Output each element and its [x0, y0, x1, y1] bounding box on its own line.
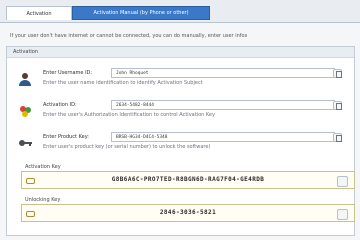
- activation-id-icon: [17, 103, 33, 119]
- username-hint: Enter the user name identification to id…: [43, 80, 203, 86]
- copy-username-button[interactable]: [333, 69, 342, 78]
- copy-unlocking-key-button[interactable]: [337, 209, 348, 220]
- username-row: Enter Username ID: Enter the user name i…: [7, 67, 354, 97]
- tab-bar: Activation Activation Manual (by Phone o…: [0, 0, 360, 23]
- tab-activation-manual[interactable]: Activation Manual (by Phone or other): [72, 6, 210, 20]
- panel-header: Activation: [7, 47, 354, 58]
- activation-id-row: Activation ID: Enter the user's Authoriz…: [7, 99, 354, 129]
- product-key-hint: Enter user's product key (or serial numb…: [43, 144, 211, 150]
- panel-title: Activation: [13, 49, 39, 55]
- activation-id-field[interactable]: 2634-5482-8444: [111, 100, 335, 110]
- product-key-label: Enter Product Key:: [43, 134, 89, 140]
- product-key-row: Enter Product Key: Enter user's product …: [7, 131, 354, 161]
- unlocking-key-title: Unlocking Key: [25, 197, 61, 203]
- product-key-field[interactable]: BRSB-HG34-D4C4-5348: [111, 132, 335, 142]
- activation-key-box: G8B6A6C-PRO7TED-R8BGN6D-RAG7F04-GE4RDB: [21, 171, 355, 189]
- username-label: Enter Username ID:: [43, 70, 93, 76]
- activation-key-title: Activation Key: [25, 164, 61, 170]
- unlocking-key-box: 2846-3036-5821: [21, 204, 355, 222]
- product-key-icon: [17, 135, 33, 151]
- user-icon: [17, 71, 33, 87]
- tab-activation[interactable]: Activation: [6, 6, 72, 20]
- activation-panel: Activation Enter Username ID: Enter the …: [6, 46, 355, 236]
- activation-id-hint: Enter the user's Authorization Identific…: [43, 112, 215, 118]
- username-field[interactable]: John Rhoquet: [111, 68, 335, 78]
- activation-key-value[interactable]: G8B6A6C-PRO7TED-R8BGN6D-RAG7F04-GE4RDB: [22, 176, 354, 183]
- unlocking-key-value[interactable]: 2846-3036-5821: [22, 209, 354, 216]
- copy-product-key-button[interactable]: [333, 133, 342, 142]
- activation-id-label: Activation ID:: [43, 102, 77, 108]
- copy-activation-key-button[interactable]: [337, 176, 348, 187]
- copy-activation-id-button[interactable]: [333, 101, 342, 110]
- info-text: If your user don't have internet or cann…: [10, 33, 248, 39]
